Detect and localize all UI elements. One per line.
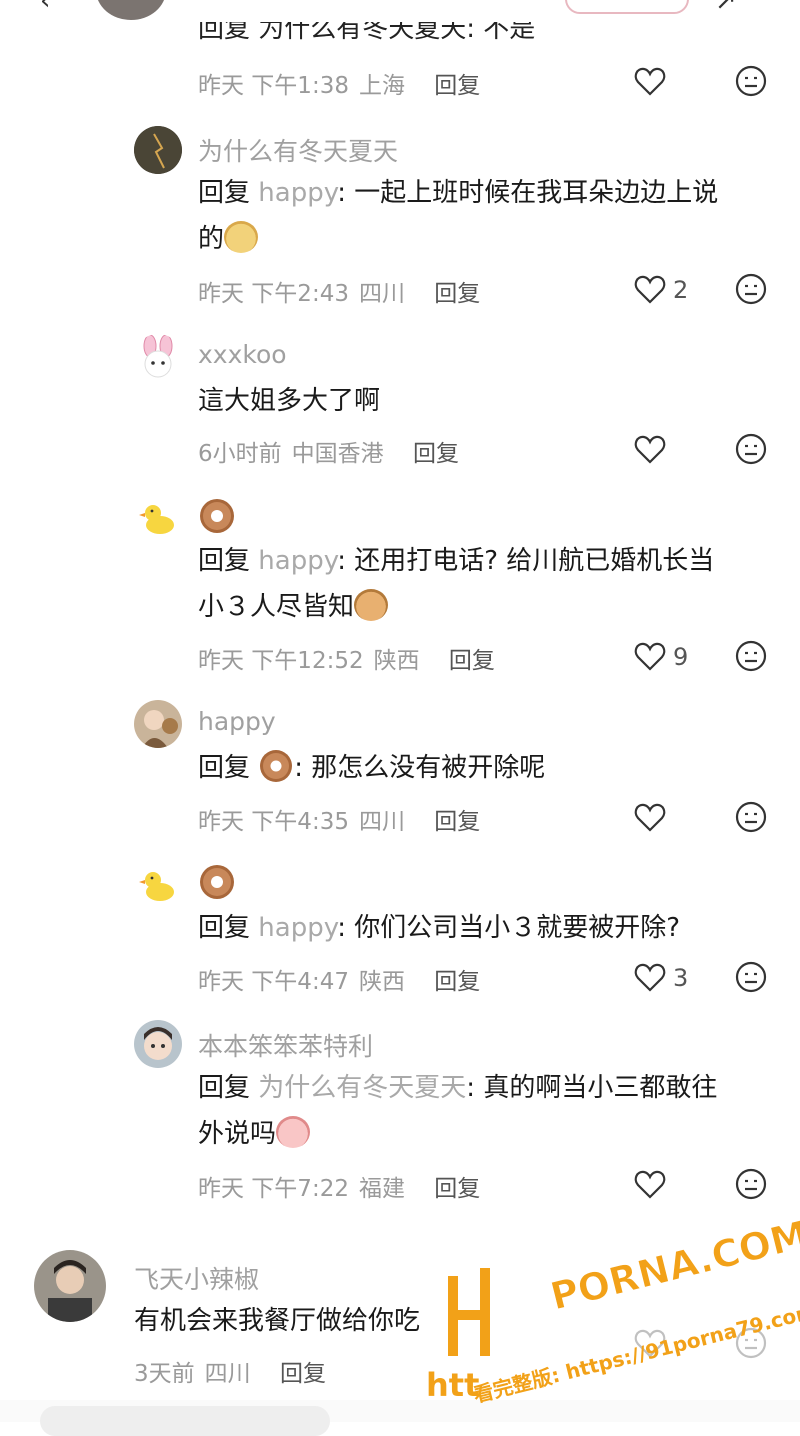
avatar[interactable] [134,860,182,908]
comment-text: 這大姐多大了啊 [198,386,381,416]
reply-button[interactable]: 回复 [449,648,495,674]
like-count: 2 [673,276,689,304]
dislike-face-icon[interactable] [735,961,767,993]
comment-author[interactable]: xxxkoo [198,340,287,369]
donut-mention-icon [260,750,293,782]
reply-button[interactable]: 回复 [434,73,480,99]
avatar[interactable] [134,126,182,174]
top-header: ‹ ↗ [0,0,800,22]
comment-meta: 昨天 下午4:47 陕西 回复 [198,969,481,995]
comment-meta: 6小时前 中国香港 回复 [198,441,459,467]
avatar[interactable] [134,493,182,541]
comment-meta: 昨天 下午7:22 福建 回复 [198,1176,481,1202]
share-icon[interactable]: ↗ [715,0,737,16]
mention: happy [258,546,338,576]
dislike-face-icon[interactable] [735,801,767,833]
avatar[interactable] [134,700,182,748]
comment-author[interactable]: 飞天小辣椒 [134,1260,259,1296]
like-heart-icon[interactable] [634,66,666,96]
mention: happy [258,178,338,208]
crying-emoji-icon [276,1116,311,1148]
comment-author[interactable]: 本本笨笨苯特利 [198,1027,373,1063]
avatar[interactable] [34,1250,106,1322]
mention: 为什么有冬天夏天 [258,1073,467,1103]
back-icon[interactable]: ‹ [40,0,50,16]
reply-button[interactable]: 回复 [434,281,480,307]
like-heart-icon[interactable] [634,802,666,832]
comment-text: 回复 happy: 你们公司当小３就要被开除? [198,913,681,943]
comment-text: 回复 为什么有冬天夏天: 真的啊当小三都敢往 外说吗 [198,1073,718,1149]
mention: happy [258,913,338,943]
comment-author[interactable]: 为什么有冬天夏天 [198,132,398,168]
comment-meta: 昨天 下午1:38 上海 回复 [198,73,481,99]
partial-comment-text: 回复 为什么有冬天夏天: 不是 [198,22,536,42]
like-heart-icon[interactable] [634,641,666,671]
author-avatar[interactable] [96,0,166,20]
avatar[interactable] [134,334,182,382]
donut-username-icon[interactable] [198,497,236,535]
avatar[interactable] [134,1020,182,1068]
comment-meta: 昨天 下午12:52 陕西 回复 [198,648,495,674]
comment-text: 回复 happy: 还用打电话? 给川航已婚机长当 小３人尽皆知 [198,546,715,622]
like-heart-icon[interactable] [634,1169,666,1199]
like-heart-icon[interactable] [634,962,666,992]
follow-button[interactable] [565,0,689,14]
comment-text: 回复 : 那怎么没有被开除呢 [198,745,768,791]
comment-meta: 3天前 四川 回复 [134,1361,326,1387]
comment-author[interactable]: happy [198,707,276,736]
comment-meta: 昨天 下午4:35 四川 回复 [198,809,481,835]
watermark-site: PORNA.COM [545,1212,800,1320]
reply-button[interactable]: 回复 [280,1361,326,1387]
comment-input[interactable] [40,1406,330,1436]
watermark: PORNA.COM 看完整版: https://91porna79.com [471,1212,800,1412]
like-heart-icon[interactable] [634,434,666,464]
dislike-face-icon[interactable] [735,1168,767,1200]
dog-emoji-icon [354,589,389,621]
like-count: 3 [673,964,689,992]
reply-button[interactable]: 回复 [434,809,480,835]
reply-button[interactable]: 回复 [434,969,480,995]
dislike-face-icon[interactable] [735,273,767,305]
dislike-face-icon[interactable] [735,640,767,672]
like-heart-icon[interactable] [634,274,666,304]
dog-emoji-icon [224,221,259,253]
dislike-face-icon[interactable] [735,65,767,97]
reply-button[interactable]: 回复 [434,1176,480,1202]
comment-text: 回复 happy: 一起上班时候在我耳朵边边上说 的 [198,178,719,254]
reply-button[interactable]: 回复 [413,441,459,467]
donut-username-icon[interactable] [198,863,236,901]
comment-meta: 昨天 下午2:43 四川 回复 [198,281,481,307]
dislike-face-icon[interactable] [735,433,767,465]
like-count: 9 [673,643,689,671]
